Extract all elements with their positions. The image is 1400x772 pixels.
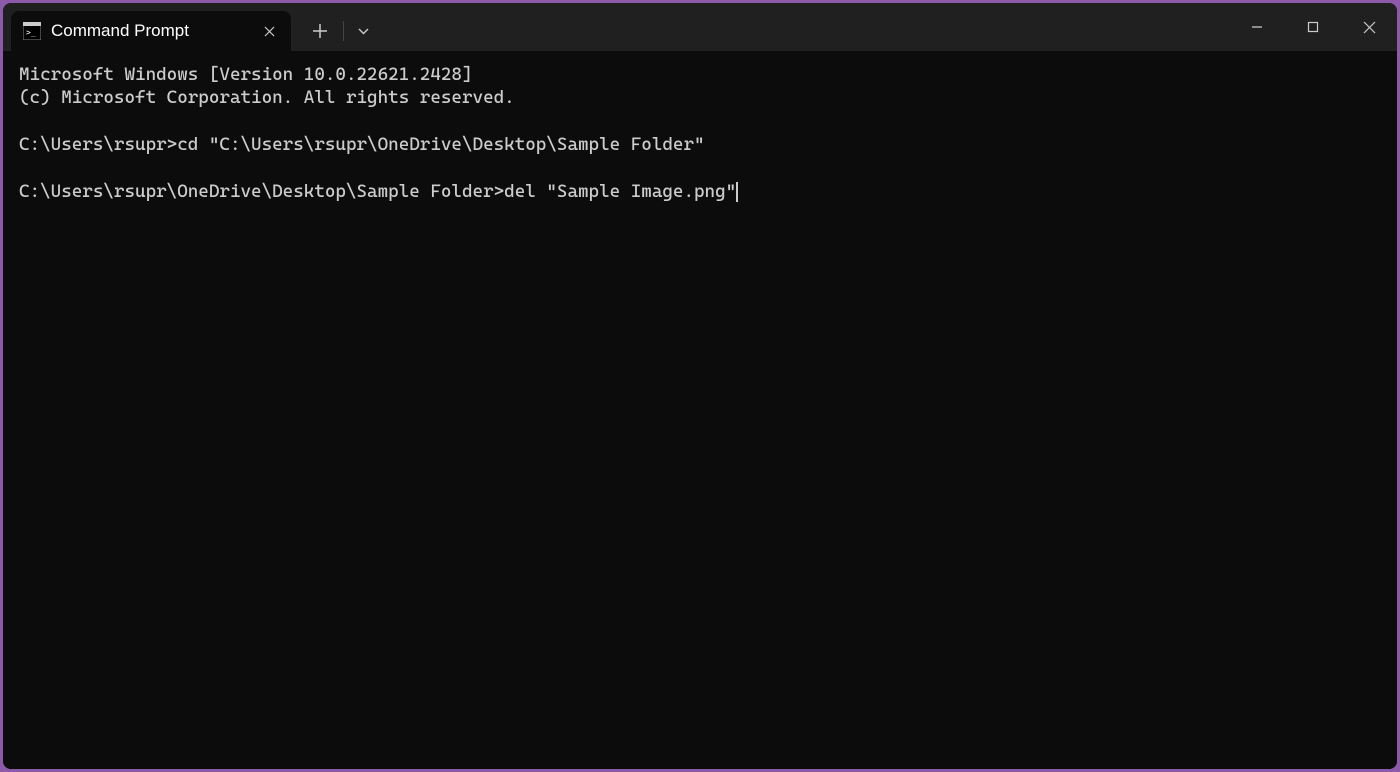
close-button[interactable] [1341, 3, 1397, 51]
terminal-content[interactable]: Microsoft Windows [Version 10.0.22621.24… [3, 51, 1397, 769]
cursor-icon [736, 182, 738, 202]
terminal-prompt: C:\Users\rsupr> [19, 134, 177, 155]
terminal-command: del "Sample Image.png" [504, 181, 736, 202]
tab-actions [291, 11, 388, 51]
divider [343, 21, 344, 41]
command-prompt-icon: >_ [23, 22, 41, 40]
terminal-prompt: C:\Users\rsupr\OneDrive\Desktop\Sample F… [19, 181, 504, 202]
terminal-header-line: Microsoft Windows [Version 10.0.22621.24… [19, 64, 473, 85]
new-tab-button[interactable] [303, 14, 337, 48]
terminal-header-line: (c) Microsoft Corporation. All rights re… [19, 87, 515, 108]
tab-area: >_ Command Prompt [3, 3, 388, 51]
tab-command-prompt[interactable]: >_ Command Prompt [11, 11, 291, 51]
titlebar: >_ Command Prompt [3, 3, 1397, 51]
window-controls [1229, 3, 1397, 51]
minimize-button[interactable] [1229, 3, 1285, 51]
terminal-command: cd "C:\Users\rsupr\OneDrive\Desktop\Samp… [177, 134, 704, 155]
tab-title: Command Prompt [51, 21, 249, 41]
maximize-button[interactable] [1285, 3, 1341, 51]
svg-text:>_: >_ [26, 28, 36, 37]
tab-dropdown-button[interactable] [350, 14, 376, 48]
tab-close-button[interactable] [259, 21, 279, 41]
terminal-window: >_ Command Prompt [3, 3, 1397, 769]
